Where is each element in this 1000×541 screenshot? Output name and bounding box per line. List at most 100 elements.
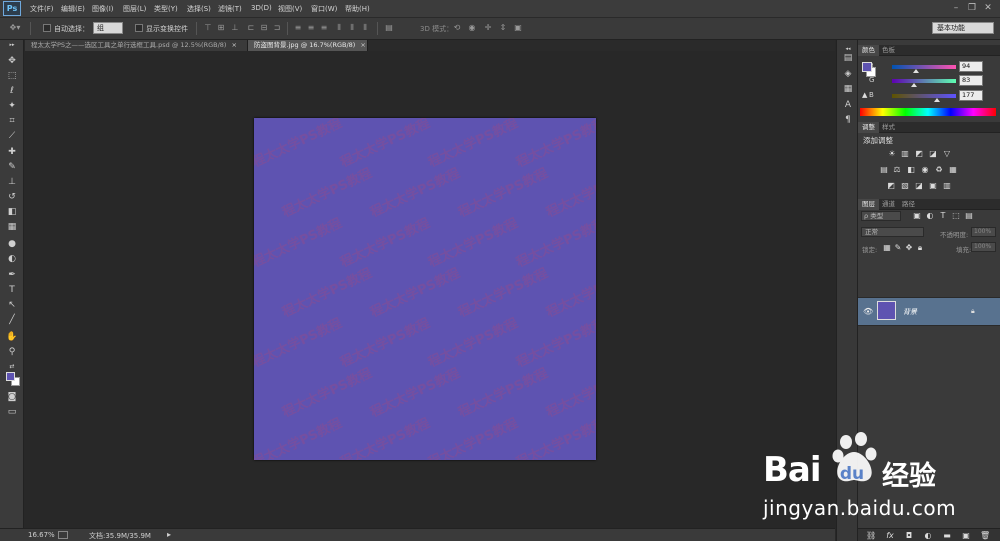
foreground-color-swatch[interactable] — [6, 372, 15, 381]
opacity-field[interactable]: 100% — [971, 227, 996, 237]
show-transform-checkbox[interactable] — [135, 24, 143, 32]
distribute-bottom-icon[interactable]: ≡ — [319, 23, 329, 33]
lock-image-icon[interactable]: ✎ — [893, 243, 903, 252]
restore-icon[interactable]: ❐ — [966, 2, 978, 14]
tab-paths[interactable]: 路径 — [898, 199, 919, 210]
crop-tool-icon[interactable]: ⌗ — [5, 115, 19, 128]
align-vcenter-icon[interactable]: ⊞ — [216, 23, 226, 33]
tab-color[interactable]: 颜色 — [858, 45, 879, 56]
visibility-eye-icon[interactable]: 👁︎ — [863, 307, 873, 316]
filter-pixel-icon[interactable]: ▣ — [912, 211, 922, 220]
paragraph-panel-icon[interactable]: ¶ — [841, 114, 855, 126]
green-slider[interactable]: G 83 — [858, 75, 1000, 88]
blue-slider[interactable]: B ▲ 177 — [858, 90, 1000, 103]
distribute-left-icon[interactable]: ⫴ — [334, 23, 344, 33]
filter-type-icon[interactable]: T — [938, 211, 948, 220]
filter-smart-icon[interactable]: ▤ — [964, 211, 974, 220]
type-tool-icon[interactable]: T — [5, 284, 19, 297]
distribute-top-icon[interactable]: ≡ — [293, 23, 303, 33]
menu-filter[interactable]: 滤镜(T) — [218, 4, 242, 14]
magic-wand-tool-icon[interactable]: ✦ — [5, 100, 19, 113]
workspace-switcher[interactable]: 基本功能 — [932, 22, 994, 34]
align-hcenter-icon[interactable]: ⊟ — [259, 23, 269, 33]
collapse-icon[interactable]: ▸▸ — [5, 42, 19, 48]
auto-select-checkbox[interactable] — [43, 24, 51, 32]
layer-kind-filter[interactable]: ρ 类型 — [861, 211, 901, 221]
menu-help[interactable]: 帮助(H) — [345, 4, 370, 14]
move-tool-preset-icon[interactable]: ✥▾ — [6, 23, 24, 33]
red-track[interactable] — [892, 65, 956, 69]
move-tool-icon[interactable]: ✥ — [5, 55, 19, 68]
status-menu-arrow-icon[interactable]: ▸ — [167, 530, 171, 539]
history-panel-icon[interactable]: ▤ — [841, 52, 855, 64]
document-canvas[interactable]: 程太太学PS教程 程太太学PS教程 程太太学PS教程 程太太学PS教程 程太太学PS教程… — [254, 118, 596, 460]
gradient-tool-icon[interactable]: ▦ — [5, 221, 19, 234]
align-bottom-icon[interactable]: ⊥ — [230, 23, 240, 33]
invert-icon[interactable]: ◩ — [886, 181, 896, 190]
link-layers-icon[interactable]: ⛓ — [866, 531, 876, 540]
gamut-warning-icon[interactable]: ▲ — [862, 91, 867, 99]
channel-mixer-icon[interactable]: ♻ — [934, 165, 944, 174]
photo-filter-icon[interactable]: ◉ — [920, 165, 930, 174]
new-adjustment-layer-icon[interactable]: ◐ — [923, 531, 933, 540]
clone-stamp-tool-icon[interactable]: ⊥ — [5, 176, 19, 189]
zoom-level[interactable]: 16.67% — [28, 531, 55, 539]
tab-layers[interactable]: 图层 — [858, 199, 879, 210]
add-mask-icon[interactable]: ◘ — [904, 531, 914, 540]
blur-tool-icon[interactable]: ● — [5, 238, 19, 251]
distribute-vcenter-icon[interactable]: ≡ — [306, 23, 316, 33]
brightness-icon[interactable]: ☀ — [887, 149, 897, 158]
close-icon[interactable]: ✕ — [982, 2, 994, 14]
menu-edit[interactable]: 编辑(E) — [61, 4, 85, 14]
selective-color-icon[interactable]: ▣ — [928, 181, 938, 190]
threshold-icon[interactable]: ◪ — [914, 181, 924, 190]
gradient-map-icon[interactable]: ▥ — [942, 181, 952, 190]
red-thumb[interactable] — [913, 69, 919, 73]
lasso-tool-icon[interactable]: ℓ — [5, 85, 19, 98]
lock-all-icon[interactable]: 🔒︎ — [915, 243, 925, 252]
blue-value-field[interactable]: 177 — [959, 90, 983, 101]
color-spectrum-bar[interactable] — [860, 108, 996, 116]
history-brush-tool-icon[interactable]: ↺ — [5, 191, 19, 204]
menu-view[interactable]: 视图(V) — [278, 4, 302, 14]
vibrance-icon[interactable]: ▽ — [942, 149, 952, 158]
green-value-field[interactable]: 83 — [959, 75, 983, 86]
filter-adjustment-icon[interactable]: ◐ — [925, 211, 935, 220]
eyedropper-tool-icon[interactable]: ⟋ — [5, 130, 19, 143]
healing-brush-tool-icon[interactable]: ✚ — [5, 146, 19, 159]
line-tool-icon[interactable]: ╱ — [5, 314, 19, 327]
auto-align-icon[interactable]: ▤ — [384, 23, 394, 33]
color-lookup-icon[interactable]: ▦ — [948, 165, 958, 174]
character-panel-icon[interactable]: A — [841, 99, 855, 111]
levels-icon[interactable]: ▥ — [900, 149, 910, 158]
red-slider[interactable]: R 94 — [858, 61, 1000, 74]
rotate-3d-icon[interactable]: ⟲ — [452, 23, 462, 33]
lock-position-icon[interactable]: ✥ — [904, 243, 914, 252]
green-track[interactable] — [892, 79, 956, 83]
brush-tool-icon[interactable]: ✎ — [5, 161, 19, 174]
tab-styles[interactable]: 样式 — [878, 122, 899, 133]
tab-document-1[interactable]: 程太太学PS之——选区工具之单行选框工具.psd @ 12.5%(RGB/8) × — [25, 40, 248, 51]
lock-transparent-icon[interactable]: ▦ — [882, 243, 892, 252]
menu-layer[interactable]: 图层(L) — [123, 4, 146, 14]
export-icon[interactable] — [58, 531, 68, 539]
hand-tool-icon[interactable]: ✋ — [5, 331, 19, 344]
drag-3d-icon[interactable]: ✛ — [483, 23, 493, 33]
quick-mask-icon[interactable]: ◙ — [5, 391, 19, 404]
tab-document-2[interactable]: 防盗图背景.jpg @ 16.7%(RGB/8) × — [248, 40, 368, 51]
zoom-tool-icon[interactable]: ⚲ — [5, 346, 19, 359]
screen-mode-icon[interactable]: ▭ — [5, 406, 19, 419]
layer-row-background[interactable]: 👁︎ 背景 🔒︎ — [858, 297, 1000, 326]
exposure-icon[interactable]: ◪ — [928, 149, 938, 158]
menu-file[interactable]: 文件(F) — [30, 4, 54, 14]
color-foreground-swatch[interactable] — [862, 62, 872, 72]
layer-name[interactable]: 背景 — [903, 307, 917, 317]
color-balance-icon[interactable]: ⚖ — [892, 165, 902, 174]
blue-track[interactable] — [892, 94, 956, 98]
scale-3d-icon[interactable]: ▣ — [513, 23, 523, 33]
new-layer-icon[interactable]: ▣ — [961, 531, 971, 540]
fill-field[interactable]: 100% — [971, 242, 996, 252]
tab-swatches[interactable]: 色板 — [878, 45, 899, 56]
red-value-field[interactable]: 94 — [959, 61, 983, 72]
menu-window[interactable]: 窗口(W) — [311, 4, 337, 14]
